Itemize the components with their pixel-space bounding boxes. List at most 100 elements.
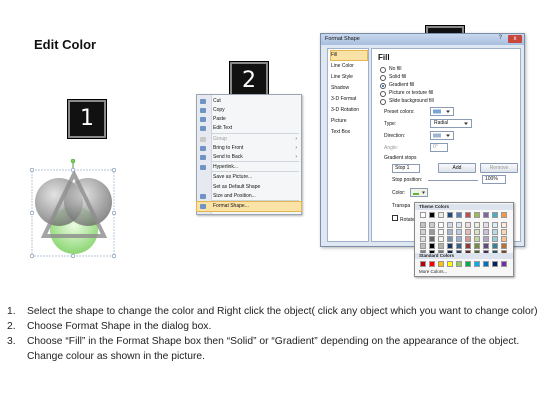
menu-item-format-shape[interactable]: Format Shape... [196,201,302,212]
color-picker-button[interactable] [410,188,428,197]
menu-item-hyperlink[interactable]: Hyperlink... [197,163,301,172]
theme-color-swatch[interactable] [420,236,426,242]
rotate-checkbox[interactable]: Rotate [392,215,415,223]
help-icon[interactable]: ? [499,35,502,41]
theme-color-swatch[interactable] [501,243,507,249]
menu-item-cut[interactable]: Cut [197,97,301,106]
theme-color-swatch[interactable] [474,222,480,228]
theme-color-swatch[interactable] [429,243,435,249]
angle-input[interactable]: 0° [430,143,448,152]
menu-item-group[interactable]: Group › [197,135,301,144]
theme-color-swatch[interactable] [438,212,444,218]
theme-color-swatch[interactable] [465,229,471,235]
standard-color-swatch[interactable] [465,261,471,267]
theme-color-swatch[interactable] [420,243,426,249]
stop-position-slider[interactable] [428,180,478,181]
theme-color-swatch[interactable] [438,243,444,249]
theme-color-swatch[interactable] [483,212,489,218]
selected-shape[interactable] [28,158,124,262]
theme-color-swatch[interactable] [465,222,471,228]
theme-color-swatch[interactable] [492,236,498,242]
theme-color-swatch[interactable] [474,243,480,249]
theme-color-swatch[interactable] [501,222,507,228]
standard-color-swatch[interactable] [456,261,462,267]
theme-color-swatch[interactable] [447,222,453,228]
menu-item-edit-text[interactable]: Edit Text [197,124,301,133]
menu-item-paste[interactable]: Paste [197,115,301,124]
theme-color-swatch[interactable] [483,243,489,249]
theme-color-swatch[interactable] [438,236,444,242]
venn-triangle-shape[interactable] [28,158,124,262]
theme-color-swatch[interactable] [429,222,435,228]
theme-color-swatch[interactable] [438,229,444,235]
stop-dropdown[interactable]: Stop 1 [392,164,420,173]
theme-color-swatch[interactable] [483,229,489,235]
standard-color-swatch[interactable] [429,261,435,267]
radio-picture-fill[interactable]: Picture or texture fill [380,90,480,98]
direction-dropdown[interactable] [430,131,454,140]
radio-gradient-fill[interactable]: Gradient fill [380,82,480,90]
close-button[interactable]: x [508,35,522,43]
more-colors-link[interactable]: More Colors... [419,269,447,274]
nav-3d-format[interactable]: 3-D Format [331,95,367,104]
radio-solid-fill[interactable]: Solid fill [380,74,480,82]
theme-color-swatch[interactable] [474,212,480,218]
remove-stop-button[interactable]: Remove [480,163,518,173]
nav-text-box[interactable]: Text Box [331,128,367,137]
nav-line-style[interactable]: Line Style [331,73,367,82]
nav-shadow[interactable]: Shadow [331,84,367,93]
radio-no-fill[interactable]: No fill [380,66,480,74]
theme-color-swatch[interactable] [447,212,453,218]
theme-color-swatch[interactable] [492,222,498,228]
nav-line-color[interactable]: Line Color [331,62,367,71]
theme-color-swatch[interactable] [456,236,462,242]
theme-color-swatch[interactable] [456,212,462,218]
standard-color-swatch[interactable] [474,261,480,267]
nav-picture[interactable]: Picture [331,117,367,126]
theme-color-swatch[interactable] [501,236,507,242]
standard-color-swatch[interactable] [420,261,426,267]
theme-color-swatch[interactable] [501,212,507,218]
preset-colors-dropdown[interactable] [430,107,454,116]
radio-slide-background-fill[interactable]: Slide background fill [380,98,480,106]
theme-color-swatch[interactable] [501,229,507,235]
theme-color-swatch[interactable] [492,229,498,235]
theme-color-swatch[interactable] [456,243,462,249]
menu-item-copy[interactable]: Copy [197,106,301,115]
menu-item-save-as-picture[interactable]: Save as Picture... [197,173,301,182]
theme-color-swatch[interactable] [438,222,444,228]
theme-color-swatch[interactable] [465,243,471,249]
theme-color-swatch[interactable] [483,222,489,228]
theme-color-swatch[interactable] [483,236,489,242]
theme-color-swatch[interactable] [465,236,471,242]
standard-color-swatch[interactable] [447,261,453,267]
nav-3d-rotation[interactable]: 3-D Rotation [331,106,367,115]
nav-fill[interactable]: Fill [330,50,368,61]
theme-color-swatch[interactable] [447,229,453,235]
theme-color-swatch[interactable] [420,222,426,228]
standard-color-swatch[interactable] [501,261,507,267]
theme-color-swatch[interactable] [492,243,498,249]
menu-item-size-and-position[interactable]: Size and Position... [197,192,301,201]
theme-color-swatch[interactable] [474,236,480,242]
theme-color-swatch[interactable] [429,236,435,242]
theme-color-swatch[interactable] [429,229,435,235]
theme-color-swatch[interactable] [456,229,462,235]
type-dropdown[interactable]: Radial [430,119,472,128]
theme-color-swatch[interactable] [474,229,480,235]
theme-color-swatch[interactable] [465,212,471,218]
standard-color-swatch[interactable] [492,261,498,267]
theme-color-swatch[interactable] [420,212,426,218]
theme-color-swatch[interactable] [492,212,498,218]
add-stop-button[interactable]: Add [438,163,476,173]
menu-item-bring-to-front[interactable]: Bring to Front › [197,144,301,153]
standard-color-swatch[interactable] [483,261,489,267]
standard-color-swatch[interactable] [438,261,444,267]
theme-color-swatch[interactable] [420,229,426,235]
menu-item-set-as-default-shape[interactable]: Set as Default Shape [197,183,301,192]
menu-item-send-to-back[interactable]: Send to Back › [197,153,301,162]
stop-position-input[interactable]: 100% [482,175,506,184]
theme-color-swatch[interactable] [447,243,453,249]
theme-color-swatch[interactable] [429,212,435,218]
theme-color-swatch[interactable] [456,222,462,228]
